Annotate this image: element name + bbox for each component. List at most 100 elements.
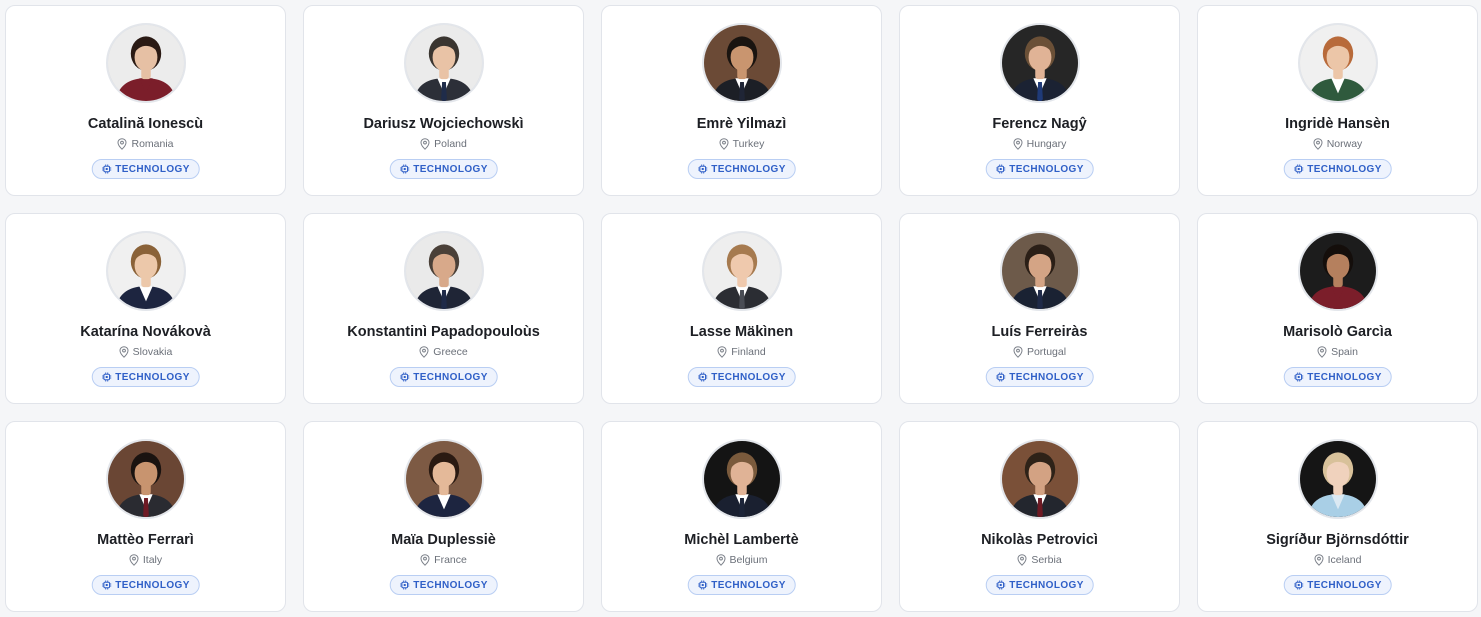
- map-pin-icon: [1314, 554, 1324, 566]
- category-badge[interactable]: TECHNOLOGY: [91, 575, 200, 595]
- location-text: Portugal: [1026, 346, 1067, 358]
- category-label: TECHNOLOGY: [1009, 163, 1084, 175]
- avatar: [701, 231, 782, 311]
- map-pin-icon: [716, 554, 726, 566]
- location: Greece: [304, 346, 583, 358]
- category-badge[interactable]: TECHNOLOGY: [1283, 367, 1392, 387]
- location-text: Slovakia: [132, 346, 173, 358]
- person-card[interactable]: Nikolàs Petrovicì Serbia TECHNOLOGY: [899, 421, 1180, 612]
- location: Italy: [6, 554, 285, 566]
- category-badge[interactable]: TECHNOLOGY: [91, 159, 200, 179]
- category-badge[interactable]: TECHNOLOGY: [91, 367, 200, 387]
- map-pin-icon: [419, 346, 429, 358]
- location: Slovakia: [6, 346, 285, 358]
- category-label: TECHNOLOGY: [711, 163, 786, 175]
- category-badge[interactable]: TECHNOLOGY: [389, 367, 498, 387]
- category-label: TECHNOLOGY: [711, 371, 786, 383]
- location-text: Serbia: [1031, 554, 1062, 566]
- location-text: Norway: [1326, 138, 1363, 150]
- avatar: [701, 23, 782, 103]
- person-card[interactable]: Luís Ferreiràs Portugal TECHNOLOGY: [899, 213, 1180, 404]
- map-pin-icon: [129, 554, 139, 566]
- person-name: Mattèo Ferrarì: [97, 532, 194, 548]
- person-name: Konstantinì Papadopouloùs: [347, 324, 540, 340]
- person-card[interactable]: Marisolò Garcìa Spain TECHNOLOGY: [1197, 213, 1478, 404]
- map-pin-icon: [1313, 138, 1323, 150]
- person-name: Nikolàs Petrovicì: [981, 532, 1098, 548]
- person-card[interactable]: Dariusz Wojciechowskì Poland TECHNOLOGY: [303, 5, 584, 196]
- chip-icon: [995, 164, 1005, 174]
- location: Norway: [1198, 138, 1477, 150]
- chip-icon: [399, 580, 409, 590]
- location-text: Greece: [433, 346, 468, 358]
- person-name: Lasse Mäkìnen: [689, 324, 794, 340]
- map-pin-icon: [717, 346, 727, 358]
- avatar: [999, 439, 1080, 519]
- map-pin-icon: [1013, 346, 1023, 358]
- person-name: Catalină Ionescù: [87, 116, 204, 132]
- avatar: [1297, 439, 1378, 519]
- map-pin-icon: [719, 138, 729, 150]
- location-text: Spain: [1331, 346, 1358, 358]
- location: Romania: [6, 138, 285, 150]
- person-card[interactable]: Catalină Ionescù Romania TECHNOLOGY: [5, 5, 286, 196]
- map-pin-icon: [420, 554, 430, 566]
- location: Hungary: [900, 138, 1179, 150]
- category-label: TECHNOLOGY: [115, 163, 190, 175]
- person-card[interactable]: Konstantinì Papadopouloùs Greece TECHNOL…: [303, 213, 584, 404]
- category-badge[interactable]: TECHNOLOGY: [985, 367, 1094, 387]
- chip-icon: [697, 580, 707, 590]
- category-badge[interactable]: TECHNOLOGY: [985, 159, 1094, 179]
- category-label: TECHNOLOGY: [115, 579, 190, 591]
- category-badge[interactable]: TECHNOLOGY: [1283, 575, 1392, 595]
- person-card[interactable]: Katarína Novákovà Slovakia TECHNOLOGY: [5, 213, 286, 404]
- category-badge[interactable]: TECHNOLOGY: [985, 575, 1094, 595]
- category-label: TECHNOLOGY: [413, 579, 488, 591]
- avatar: [999, 23, 1080, 103]
- chip-icon: [995, 372, 1005, 382]
- map-pin-icon: [420, 138, 430, 150]
- chip-icon: [1293, 164, 1303, 174]
- avatar: [701, 439, 782, 519]
- location: Turkey: [602, 138, 881, 150]
- person-name: Maïa Duplessiè: [391, 532, 496, 548]
- location-text: Romania: [131, 138, 174, 150]
- location: Poland: [304, 138, 583, 150]
- category-badge[interactable]: TECHNOLOGY: [687, 575, 796, 595]
- category-label: TECHNOLOGY: [711, 579, 786, 591]
- category-badge[interactable]: TECHNOLOGY: [687, 159, 796, 179]
- category-badge[interactable]: TECHNOLOGY: [389, 159, 498, 179]
- person-card[interactable]: Ferencz Nagŷ Hungary TECHNOLOGY: [899, 5, 1180, 196]
- person-name: Ferencz Nagŷ: [992, 116, 1087, 132]
- avatar: [105, 231, 186, 311]
- category-label: TECHNOLOGY: [1009, 371, 1084, 383]
- person-card[interactable]: Emrè Yilmazì Turkey TECHNOLOGY: [601, 5, 882, 196]
- chip-icon: [1293, 580, 1303, 590]
- avatar: [105, 23, 186, 103]
- avatar: [999, 231, 1080, 311]
- person-card[interactable]: Michèl Lambertè Belgium TECHNOLOGY: [601, 421, 882, 612]
- location-text: Turkey: [732, 138, 765, 150]
- category-badge[interactable]: TECHNOLOGY: [389, 575, 498, 595]
- category-label: TECHNOLOGY: [1307, 579, 1382, 591]
- person-card[interactable]: Mattèo Ferrarì Italy TECHNOLOGY: [5, 421, 286, 612]
- category-label: TECHNOLOGY: [413, 371, 488, 383]
- map-pin-icon: [1013, 138, 1023, 150]
- location: Iceland: [1198, 554, 1477, 566]
- person-card[interactable]: Sigríður Björnsdóttir Iceland TECHNOLOGY: [1197, 421, 1478, 612]
- person-card[interactable]: Lasse Mäkìnen Finland TECHNOLOGY: [601, 213, 882, 404]
- category-label: TECHNOLOGY: [115, 371, 190, 383]
- location: France: [304, 554, 583, 566]
- chip-icon: [995, 580, 1005, 590]
- person-name: Ingridè Hansèn: [1285, 116, 1390, 132]
- chip-icon: [101, 580, 111, 590]
- person-card[interactable]: Ingridè Hansèn Norway TECHNOLOGY: [1197, 5, 1478, 196]
- map-pin-icon: [1317, 346, 1327, 358]
- person-name: Emrè Yilmazì: [696, 116, 787, 132]
- chip-icon: [101, 372, 111, 382]
- category-badge[interactable]: TECHNOLOGY: [687, 367, 796, 387]
- chip-icon: [399, 372, 409, 382]
- map-pin-icon: [119, 346, 129, 358]
- category-badge[interactable]: TECHNOLOGY: [1283, 159, 1392, 179]
- person-card[interactable]: Maïa Duplessiè France TECHNOLOGY: [303, 421, 584, 612]
